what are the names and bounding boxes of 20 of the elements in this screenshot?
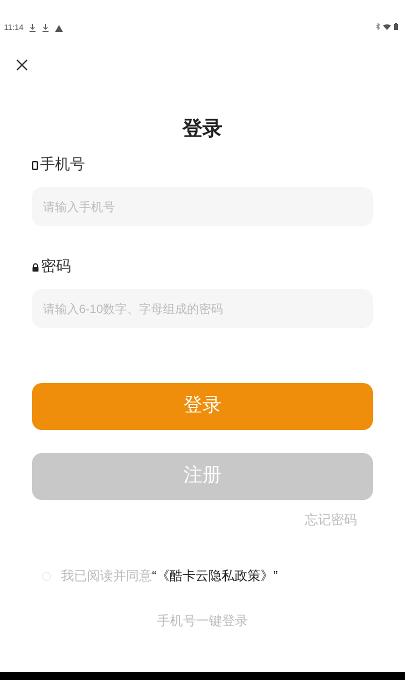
input-field[interactable]: 请输入手机号 [32,187,373,226]
privacy-policy-link[interactable]: “《酷卡云隐私政策》” [152,567,278,585]
download-icon [42,24,50,32]
page-title: 登录 [182,117,222,142]
wifi-icon [383,24,391,30]
field-label: 密码 [41,257,71,277]
lock-icon [32,262,39,272]
download-icon [29,24,36,32]
status-time: 11:14 [4,22,24,34]
battery-icon [394,23,398,30]
phone-icon [32,160,38,170]
one-key-login-link[interactable]: 手机号一键登录 [157,612,248,630]
warning-icon [55,24,64,32]
close-button[interactable] [15,58,29,72]
bluetooth-icon [376,23,380,30]
field-label: 手机号 [40,155,85,175]
input-field[interactable]: 请输入6-10数字、字母组成的密码 [32,289,373,328]
agreement-text: 我已阅读并同意 [61,567,152,585]
forgot-password-link[interactable]: 忘记密码 [305,511,357,529]
login-button[interactable]: 登录 [32,383,373,430]
